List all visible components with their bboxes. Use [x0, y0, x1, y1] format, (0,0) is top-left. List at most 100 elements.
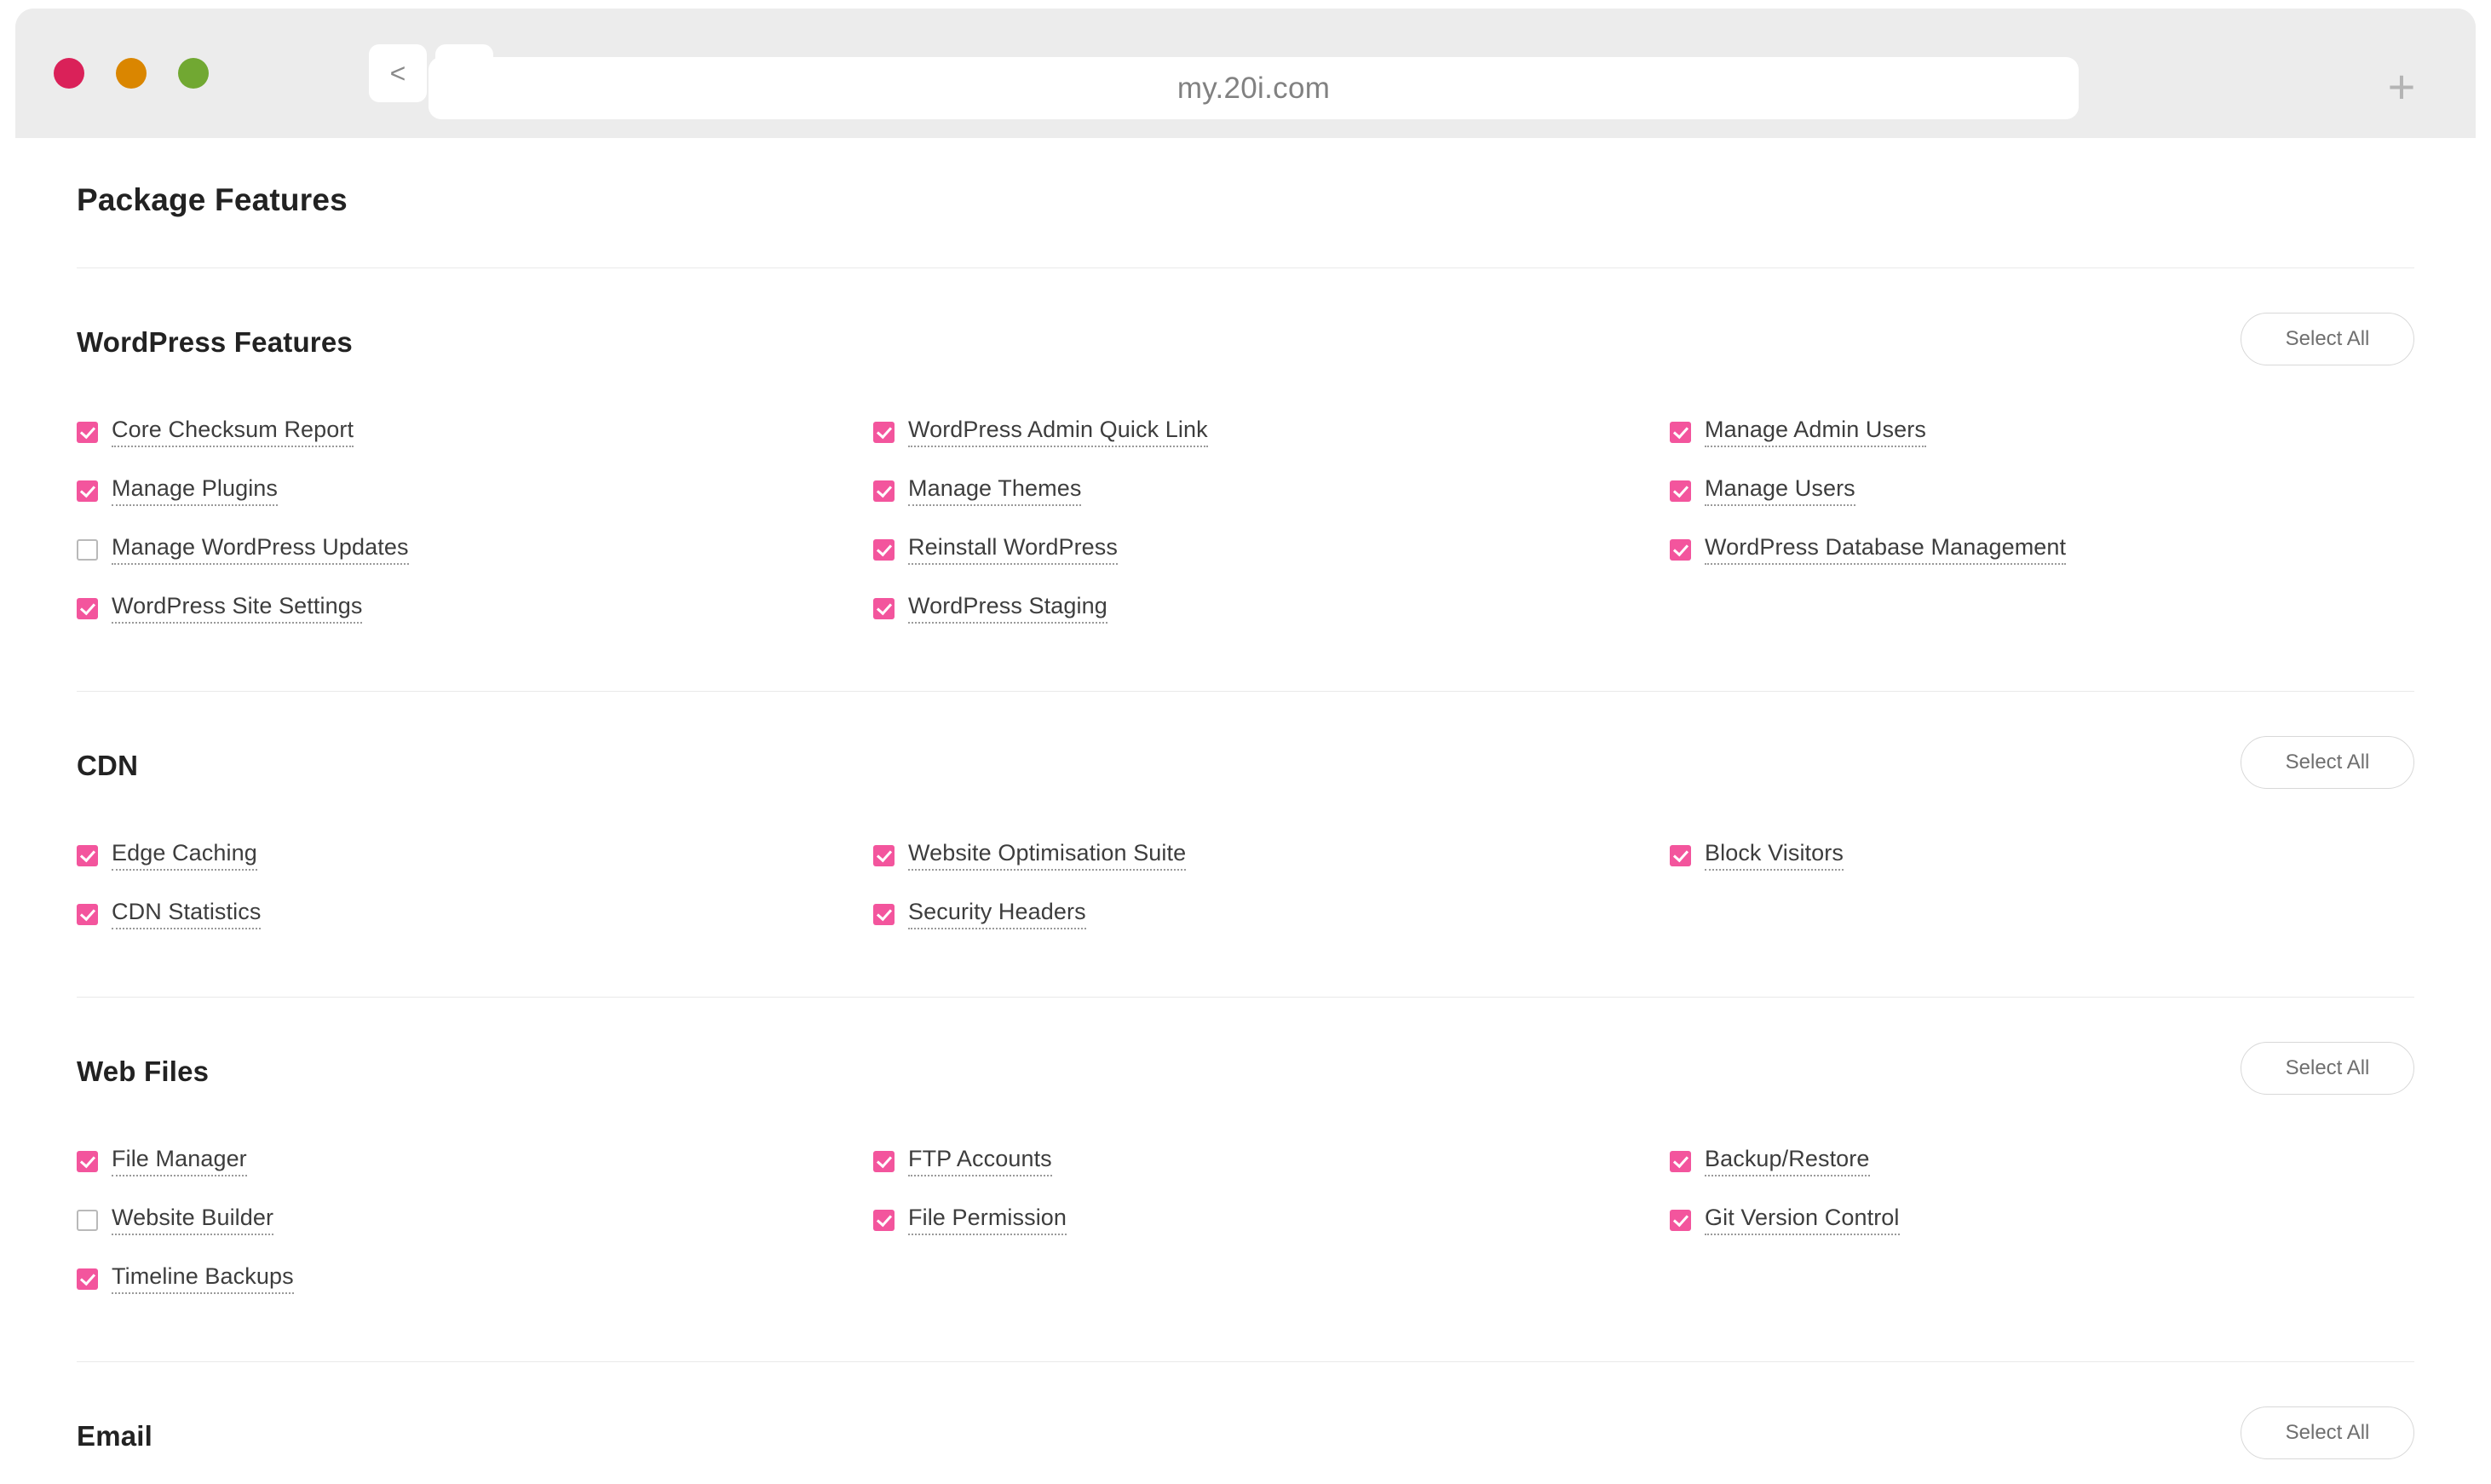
checkbox-checked-icon[interactable] — [873, 1151, 895, 1172]
feature-label[interactable]: Block Visitors — [1705, 840, 1844, 871]
checkbox-checked-icon[interactable] — [77, 1151, 98, 1172]
feature-label[interactable]: Website Optimisation Suite — [908, 840, 1187, 871]
feature-checkbox-item[interactable]: Backup/Restore — [1670, 1132, 2414, 1191]
feature-checkbox-item[interactable]: CDN Statistics — [77, 885, 873, 944]
feature-label[interactable]: CDN Statistics — [112, 899, 262, 929]
window-controls — [54, 58, 209, 89]
address-bar[interactable]: my.20i.com — [429, 57, 2079, 119]
feature-label[interactable]: Backup/Restore — [1705, 1146, 1870, 1176]
feature-label[interactable]: WordPress Database Management — [1705, 534, 2067, 565]
back-button[interactable]: < — [369, 44, 427, 102]
package-features-card: Package Features WordPress Features Selec… — [15, 138, 2476, 1484]
feature-checkbox-item[interactable]: Git Version Control — [1670, 1191, 2414, 1250]
feature-checkbox-item[interactable]: Website Optimisation Suite — [873, 826, 1670, 885]
feature-sections: WordPress Features Select All Core Checksu… — [77, 268, 2414, 1484]
feature-grid: Edge Caching Website Optimisation Suite Bl… — [77, 818, 2414, 944]
feature-checkbox-item[interactable]: Website Builder — [77, 1191, 873, 1250]
feature-checkbox-item[interactable]: Manage Users — [1670, 462, 2414, 521]
minimize-window-button[interactable] — [116, 58, 147, 89]
browser-window: < > my.20i.com + Package Features WordPr… — [15, 9, 2476, 1484]
feature-section: Web Files Select All File Manager FTP Accou… — [77, 998, 2414, 1362]
checkbox-checked-icon[interactable] — [873, 1210, 895, 1231]
feature-label[interactable]: Security Headers — [908, 899, 1086, 929]
feature-checkbox-item[interactable]: FTP Accounts — [873, 1132, 1670, 1191]
page-title: Package Features — [77, 182, 348, 217]
feature-label[interactable]: Manage Users — [1705, 475, 1855, 506]
browser-titlebar: < > my.20i.com + — [15, 9, 2476, 138]
feature-checkbox-item[interactable]: Block Visitors — [1670, 826, 2414, 885]
checkbox-checked-icon[interactable] — [77, 598, 98, 619]
checkbox-checked-icon[interactable] — [1670, 539, 1691, 561]
checkbox-unchecked-icon[interactable] — [77, 539, 98, 561]
select-all-button[interactable]: Select All — [2241, 1406, 2414, 1459]
feature-label[interactable]: WordPress Admin Quick Link — [908, 417, 1208, 447]
select-all-button[interactable]: Select All — [2241, 736, 2414, 789]
feature-label[interactable]: Manage Admin Users — [1705, 417, 1926, 447]
feature-label[interactable]: File Permission — [908, 1205, 1067, 1235]
feature-label[interactable]: Edge Caching — [112, 840, 257, 871]
feature-checkbox-item[interactable]: Manage WordPress Updates — [77, 521, 873, 579]
feature-checkbox-item[interactable]: Timeline Backups — [77, 1250, 873, 1309]
feature-label[interactable]: Git Version Control — [1705, 1205, 1900, 1235]
feature-checkbox-item[interactable]: Reinstall WordPress — [873, 521, 1670, 579]
feature-label[interactable]: Manage WordPress Updates — [112, 534, 409, 565]
feature-section: WordPress Features Select All Core Checksu… — [77, 268, 2414, 692]
section-header: WordPress Features Select All — [77, 313, 2414, 394]
feature-checkbox-item[interactable]: Manage Admin Users — [1670, 403, 2414, 462]
feature-checkbox-item[interactable]: WordPress Staging — [873, 579, 1670, 638]
feature-label[interactable]: Timeline Backups — [112, 1263, 294, 1294]
checkbox-checked-icon[interactable] — [873, 904, 895, 925]
feature-checkbox-item[interactable]: Manage Themes — [873, 462, 1670, 521]
checkbox-checked-icon[interactable] — [77, 845, 98, 866]
feature-label[interactable]: Manage Themes — [908, 475, 1082, 506]
checkbox-checked-icon[interactable] — [873, 845, 895, 866]
feature-label[interactable]: WordPress Site Settings — [112, 593, 363, 624]
section-header: Web Files Select All — [77, 1042, 2414, 1124]
checkbox-checked-icon[interactable] — [873, 598, 895, 619]
feature-grid: Core Checksum Report WordPress Admin Quic… — [77, 394, 2414, 638]
section-title: Email — [77, 1420, 153, 1452]
feature-checkbox-item[interactable]: WordPress Site Settings — [77, 579, 873, 638]
feature-label[interactable]: Website Builder — [112, 1205, 274, 1235]
feature-checkbox-item[interactable]: File Permission — [873, 1191, 1670, 1250]
feature-label[interactable]: FTP Accounts — [908, 1146, 1052, 1176]
feature-label[interactable]: File Manager — [112, 1146, 247, 1176]
feature-checkbox-item[interactable]: Security Headers — [873, 885, 1670, 944]
checkbox-checked-icon[interactable] — [1670, 480, 1691, 502]
section-title: Web Files — [77, 1055, 210, 1087]
checkbox-checked-icon[interactable] — [1670, 845, 1691, 866]
maximize-window-button[interactable] — [178, 58, 209, 89]
checkbox-checked-icon[interactable] — [1670, 1210, 1691, 1231]
checkbox-checked-icon[interactable] — [77, 904, 98, 925]
checkbox-checked-icon[interactable] — [1670, 422, 1691, 443]
page-viewport: Package Features WordPress Features Selec… — [15, 138, 2476, 1484]
checkbox-checked-icon[interactable] — [873, 480, 895, 502]
checkbox-checked-icon[interactable] — [77, 480, 98, 502]
feature-checkbox-item[interactable]: WordPress Admin Quick Link — [873, 403, 1670, 462]
feature-checkbox-item[interactable]: File Manager — [77, 1132, 873, 1191]
section-title: WordPress Features — [77, 326, 353, 358]
close-window-button[interactable] — [54, 58, 84, 89]
new-tab-icon[interactable]: + — [2372, 57, 2431, 117]
feature-label[interactable]: Reinstall WordPress — [908, 534, 1118, 565]
checkbox-checked-icon[interactable] — [873, 422, 895, 443]
checkbox-checked-icon[interactable] — [873, 539, 895, 561]
checkbox-unchecked-icon[interactable] — [77, 1210, 98, 1231]
section-title: CDN — [77, 750, 139, 781]
section-header: CDN Select All — [77, 736, 2414, 818]
checkbox-checked-icon[interactable] — [77, 1268, 98, 1290]
feature-label[interactable]: WordPress Staging — [908, 593, 1107, 624]
select-all-button[interactable]: Select All — [2241, 313, 2414, 365]
feature-checkbox-item[interactable]: Manage Plugins — [77, 462, 873, 521]
feature-checkbox-item[interactable]: Edge Caching — [77, 826, 873, 885]
feature-checkbox-item[interactable]: WordPress Database Management — [1670, 521, 2414, 579]
checkbox-checked-icon[interactable] — [1670, 1151, 1691, 1172]
feature-checkbox-item[interactable]: Core Checksum Report — [77, 403, 873, 462]
select-all-button[interactable]: Select All — [2241, 1042, 2414, 1095]
checkbox-checked-icon[interactable] — [77, 422, 98, 443]
feature-label[interactable]: Core Checksum Report — [112, 417, 354, 447]
section-header: Email Select All — [77, 1406, 2414, 1484]
feature-section: CDN Select All Edge Caching Website Optimis… — [77, 692, 2414, 998]
feature-section: EmailSelect AllSet Notification Threshol… — [77, 1362, 2414, 1484]
feature-label[interactable]: Manage Plugins — [112, 475, 279, 506]
